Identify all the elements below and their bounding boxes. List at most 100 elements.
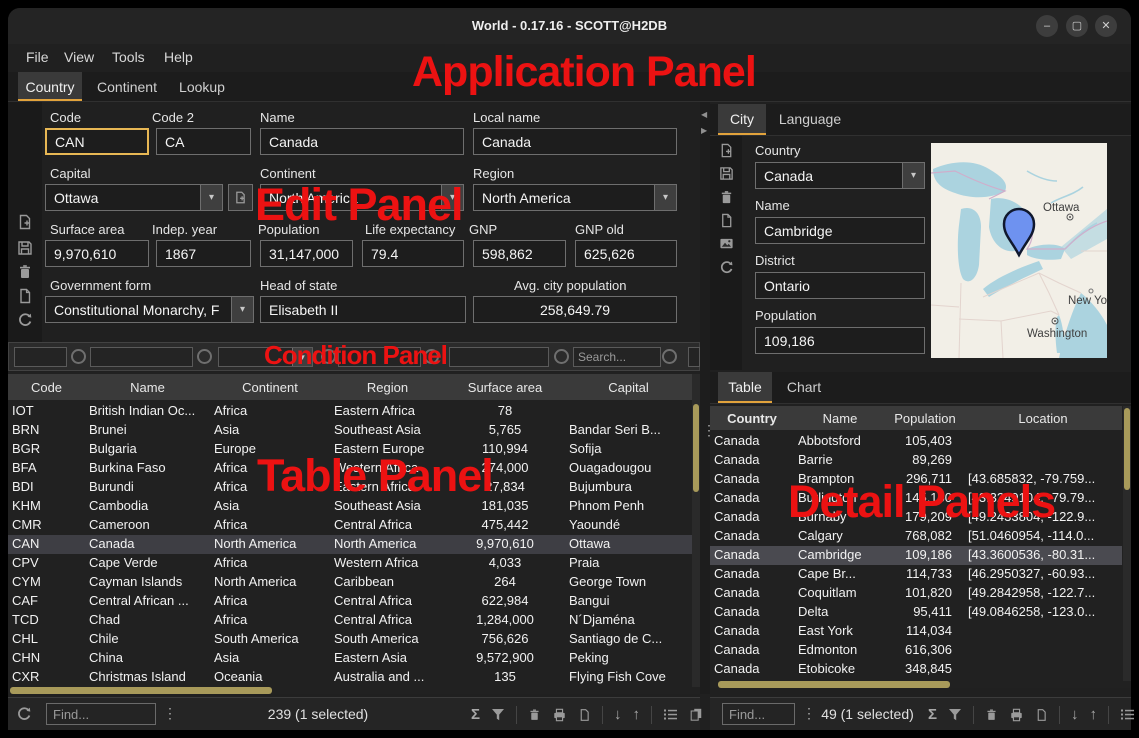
table-row[interactable]: CanadaEdmonton616,306: [710, 641, 1122, 660]
column-header[interactable]: Continent: [210, 380, 330, 395]
filter-name-input[interactable]: [90, 347, 193, 367]
table-row[interactable]: CYMCayman IslandsNorth AmericaCaribbean2…: [8, 573, 692, 592]
table-row[interactable]: BRNBruneiAsiaSoutheast Asia5,765Bandar S…: [8, 421, 692, 440]
horizontal-scrollbar[interactable]: [710, 681, 1122, 688]
find-input[interactable]: [722, 703, 795, 725]
city-population-field[interactable]: [755, 327, 925, 354]
capital-combo[interactable]: Ottawa ▾: [45, 184, 223, 211]
more-options-icon[interactable]: ⋮: [163, 705, 177, 722]
search-input[interactable]: [573, 347, 661, 367]
copy-record-icon[interactable]: [17, 288, 33, 304]
close-button[interactable]: ✕: [1095, 15, 1117, 37]
column-list-icon[interactable]: [663, 708, 678, 721]
column-header[interactable]: Name: [85, 380, 210, 395]
tab-chart[interactable]: Chart: [776, 372, 832, 403]
move-down-icon[interactable]: ↓: [614, 706, 622, 723]
menu-help[interactable]: Help: [164, 49, 193, 65]
maximize-button[interactable]: ▢: [1066, 15, 1088, 37]
population-field[interactable]: [260, 240, 353, 267]
vertical-scrollbar[interactable]: [692, 374, 700, 687]
table-row[interactable]: CANCanadaNorth AmericaNorth America9,970…: [8, 535, 692, 554]
aggregate-icon[interactable]: Σ: [471, 706, 480, 723]
filter-code-input[interactable]: [14, 347, 67, 367]
government-form-combo[interactable]: Constitutional Monarchy, F ▾: [45, 296, 254, 323]
print-icon[interactable]: [552, 708, 567, 722]
save-icon[interactable]: [719, 166, 735, 182]
menu-view[interactable]: View: [64, 49, 94, 65]
table-row[interactable]: CanadaBarrie89,269: [710, 451, 1122, 470]
table-row[interactable]: CMRCameroonAfricaCentral Africa475,442Ya…: [8, 516, 692, 535]
city-map[interactable]: Ottawa New Yo Washington: [931, 143, 1107, 358]
tab-city[interactable]: City: [718, 104, 766, 135]
life-expectancy-field[interactable]: [362, 240, 464, 267]
city-name-field[interactable]: [755, 217, 925, 244]
table-row[interactable]: CAFCentral African ...AfricaCentral Afri…: [8, 592, 692, 611]
move-up-icon[interactable]: ↑: [1090, 706, 1098, 723]
save-icon[interactable]: [17, 240, 33, 256]
indep-year-field[interactable]: [156, 240, 251, 267]
column-header[interactable]: Surface area: [445, 380, 565, 395]
print-icon[interactable]: [1009, 708, 1024, 722]
horizontal-scrollbar[interactable]: [8, 687, 692, 694]
filter-surface-area-input[interactable]: [449, 347, 549, 367]
scrollbar-thumb[interactable]: [693, 404, 699, 492]
delete-rows-icon[interactable]: [985, 708, 998, 722]
scrollbar-thumb[interactable]: [718, 681, 950, 688]
surface-area-field[interactable]: [45, 240, 149, 267]
chevron-down-icon[interactable]: ▾: [200, 185, 222, 210]
table-row[interactable]: CanadaEtobicoke348,845: [710, 660, 1122, 679]
filter-surface-area-toggle[interactable]: [554, 349, 569, 364]
tab-language[interactable]: Language: [770, 104, 850, 135]
column-header[interactable]: Code: [8, 380, 85, 395]
filter-icon[interactable]: [491, 708, 505, 721]
refresh-icon[interactable]: [719, 260, 735, 276]
filter-name-toggle[interactable]: [197, 349, 212, 364]
local-name-field[interactable]: [473, 128, 677, 155]
collapse-right-icon[interactable]: ▶: [701, 126, 707, 135]
column-list-icon[interactable]: [1120, 708, 1135, 721]
copy-record-icon[interactable]: [719, 213, 735, 229]
open-capital-record-button[interactable]: [228, 184, 253, 211]
add-record-icon[interactable]: [17, 214, 33, 230]
district-field[interactable]: [755, 272, 925, 299]
scrollbar-thumb[interactable]: [1124, 408, 1130, 490]
menu-tools[interactable]: Tools: [112, 49, 145, 65]
filter-code-toggle[interactable]: [71, 349, 86, 364]
refresh-icon[interactable]: [16, 706, 32, 722]
column-header[interactable]: Region: [330, 380, 445, 395]
find-input[interactable]: [46, 703, 156, 725]
table-row[interactable]: CHLChileSouth AmericaSouth America756,62…: [8, 630, 692, 649]
table-row[interactable]: CPVCape VerdeAfricaWestern Africa4,033Pr…: [8, 554, 692, 573]
tab-table[interactable]: Table: [718, 372, 772, 403]
filter-capital-input[interactable]: [688, 347, 700, 367]
table-row[interactable]: CanadaCape Br...114,733[46.2950327, -60.…: [710, 565, 1122, 584]
chevron-down-icon[interactable]: ▾: [654, 185, 676, 210]
column-header-sorted[interactable]: Country: [710, 411, 794, 426]
vertical-scrollbar[interactable]: [1123, 406, 1131, 681]
table-row[interactable]: CXRChristmas IslandOceaniaAustralia and …: [8, 668, 692, 687]
table-row[interactable]: CanadaCalgary768,082[51.0460954, -114.0.…: [710, 527, 1122, 546]
column-header[interactable]: Population: [886, 411, 964, 426]
table-row[interactable]: CanadaEast York114,034: [710, 622, 1122, 641]
minimize-button[interactable]: –: [1036, 15, 1058, 37]
gnp-old-field[interactable]: [575, 240, 677, 267]
filter-icon[interactable]: [948, 708, 962, 721]
tab-continent[interactable]: Continent: [90, 72, 164, 101]
country-combo[interactable]: Canada ▾: [755, 162, 925, 189]
export-icon[interactable]: [1035, 708, 1048, 722]
image-icon[interactable]: [719, 236, 735, 252]
name-field[interactable]: [260, 128, 464, 155]
export-icon[interactable]: [578, 708, 591, 722]
refresh-icon[interactable]: [17, 312, 33, 328]
table-row[interactable]: CHNChinaAsiaEastern Asia9,572,900Peking: [8, 649, 692, 668]
menu-file[interactable]: File: [26, 49, 49, 65]
tab-lookup[interactable]: Lookup: [172, 72, 232, 101]
gnp-field[interactable]: [473, 240, 566, 267]
region-combo[interactable]: North America ▾: [473, 184, 677, 211]
column-header[interactable]: Capital: [565, 380, 692, 395]
copy-rows-icon[interactable]: [689, 707, 703, 722]
table-row[interactable]: IOTBritish Indian Oc...AfricaEastern Afr…: [8, 402, 692, 421]
add-record-icon[interactable]: [719, 143, 735, 159]
table-row[interactable]: CanadaCambridge109,186[43.3600536, -80.3…: [710, 546, 1122, 565]
delete-icon[interactable]: [719, 190, 735, 206]
